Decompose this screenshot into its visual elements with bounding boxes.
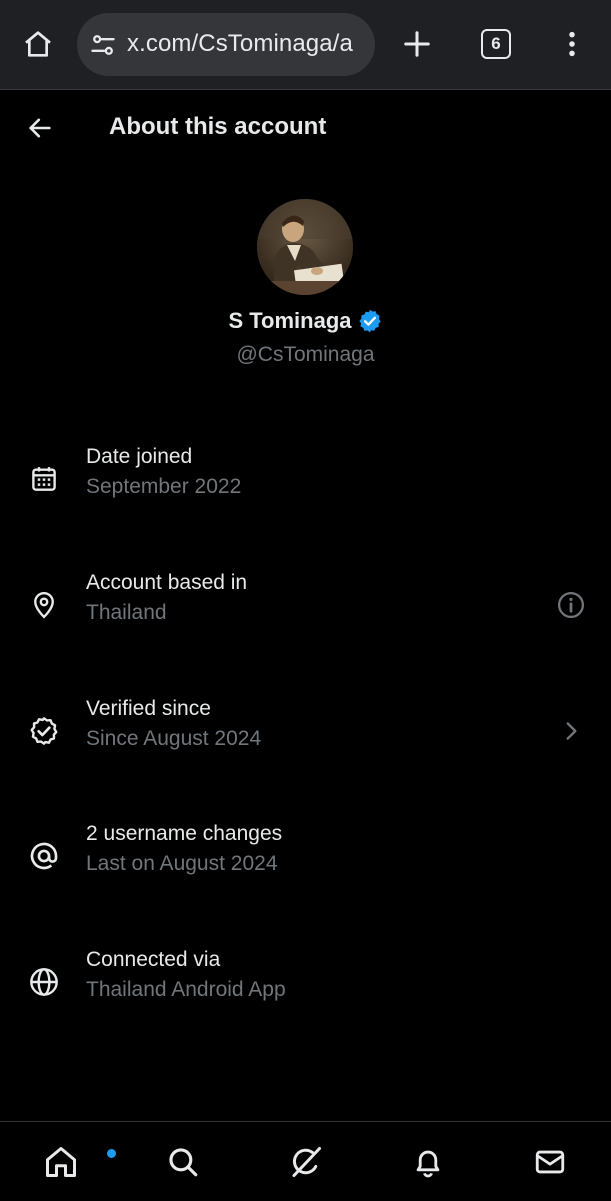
nav-messages-button[interactable] <box>526 1138 574 1186</box>
info-icon[interactable] <box>552 585 590 625</box>
info-subtitle: Since August 2024 <box>86 727 262 750</box>
home-icon <box>46 1147 76 1177</box>
grok-icon <box>292 1147 321 1177</box>
handle: @CsTominaga <box>236 343 375 366</box>
url-text: x.com/CsTominaga/a <box>127 30 353 57</box>
info-subtitle: September 2022 <box>86 475 242 498</box>
info-title: Verified since <box>86 697 211 720</box>
nav-notifications-button[interactable] <box>404 1138 452 1186</box>
globe-icon <box>24 962 64 1002</box>
tab-switcher-button[interactable]: 6 <box>472 20 520 68</box>
browser-menu-button[interactable] <box>548 20 596 68</box>
avatar-image <box>257 199 353 295</box>
info-row-verified-since[interactable]: Verified since Since August 2024 <box>0 697 611 801</box>
site-settings-icon[interactable] <box>87 29 119 61</box>
address-bar[interactable]: x.com/CsTominaga/a <box>77 13 375 76</box>
search-icon <box>169 1148 198 1177</box>
browser-home-button[interactable] <box>14 20 62 68</box>
chevron-right-icon <box>552 711 590 751</box>
nav-home-button[interactable] <box>37 1138 116 1186</box>
info-row-account-based-in: Account based in Thailand <box>0 571 611 675</box>
info-title: Date joined <box>86 445 193 468</box>
nav-grok-button[interactable] <box>282 1138 330 1186</box>
calendar-icon <box>24 459 64 499</box>
new-content-dot <box>107 1149 116 1158</box>
more-vert-icon <box>569 31 575 57</box>
back-button[interactable] <box>18 106 62 150</box>
info-subtitle: Thailand <box>86 601 167 624</box>
messages-icon <box>535 1150 565 1174</box>
info-title: Connected via <box>86 948 221 971</box>
info-row-connected-via: Connected via Thailand Android App <box>0 948 611 1052</box>
tab-count: 6 <box>491 34 501 53</box>
info-row-username-changes: 2 username changes Last on August 2024 <box>0 822 611 926</box>
info-title: Account based in <box>86 571 248 594</box>
nav-search-button[interactable] <box>159 1138 207 1186</box>
home-icon <box>25 31 51 57</box>
new-tab-button[interactable] <box>393 20 441 68</box>
info-subtitle: Last on August 2024 <box>86 852 278 875</box>
back-arrow-icon <box>29 118 51 138</box>
avatar[interactable] <box>257 199 353 295</box>
info-row-date-joined: Date joined September 2022 <box>0 445 611 549</box>
verified-check-icon <box>24 711 64 751</box>
name-row: S Tominaga <box>0 308 611 334</box>
tabs-icon: 6 <box>481 29 511 59</box>
plus-icon <box>404 31 430 57</box>
verified-badge-icon[interactable] <box>357 308 383 334</box>
bottom-navigation <box>0 1121 611 1201</box>
at-sign-icon <box>24 836 64 876</box>
display-name: S Tominaga <box>228 308 352 333</box>
notifications-icon <box>416 1150 440 1178</box>
page-title: About this account <box>109 113 327 140</box>
location-pin-icon <box>24 585 64 625</box>
info-title: 2 username changes <box>86 822 283 845</box>
browser-toolbar: x.com/CsTominaga/a 6 <box>0 0 611 90</box>
info-subtitle: Thailand Android App <box>86 978 286 1001</box>
